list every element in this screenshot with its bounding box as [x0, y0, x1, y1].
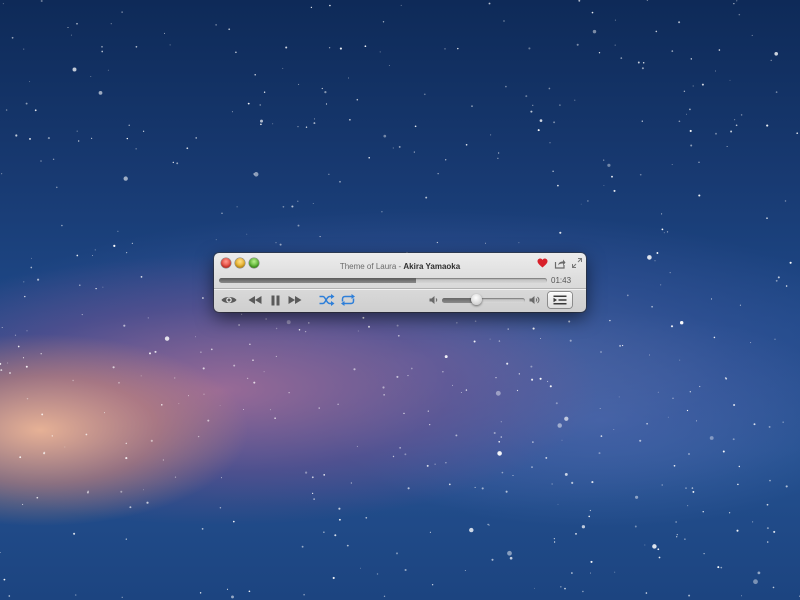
- fast-forward-icon: [288, 296, 302, 304]
- repeat-button[interactable]: [339, 292, 357, 308]
- progress-bar[interactable]: [219, 278, 547, 283]
- shuffle-button[interactable]: [318, 292, 336, 308]
- show-main-window-button[interactable]: [220, 292, 238, 308]
- volume-low-icon: [429, 296, 437, 304]
- playlist-button[interactable]: [548, 292, 572, 308]
- heart-icon: [537, 258, 547, 268]
- volume-slider[interactable]: [442, 294, 525, 305]
- expand-button[interactable]: [570, 256, 584, 270]
- artist-name: Akira Yamaoka: [403, 262, 461, 271]
- volume-high-icon: [529, 296, 540, 304]
- repeat-icon: [341, 294, 355, 306]
- volume-up-button[interactable]: [528, 292, 542, 308]
- share-button[interactable]: [553, 256, 567, 270]
- divider: [214, 288, 586, 289]
- shuffle-icon: [319, 294, 335, 306]
- rewind-button[interactable]: [247, 292, 263, 308]
- volume-slider-thumb[interactable]: [470, 294, 482, 305]
- share-icon: [554, 259, 566, 269]
- rewind-icon: [248, 296, 262, 304]
- progress-fill: [219, 278, 416, 283]
- pause-icon: [271, 295, 279, 305]
- volume-down-button[interactable]: [427, 292, 439, 308]
- playlist-icon: [553, 295, 567, 305]
- mini-player-window: Theme of Laura - Akira Yamaoka 01:43: [214, 253, 586, 312]
- fast-forward-button[interactable]: [287, 292, 303, 308]
- pause-button[interactable]: [269, 292, 281, 308]
- song-title: Theme of Laura: [339, 262, 397, 271]
- elapsed-time: 01:43: [551, 276, 572, 285]
- eye-icon: [221, 297, 237, 303]
- track-info: Theme of Laura - Akira Yamaoka: [214, 262, 586, 272]
- title-bar[interactable]: Theme of Laura - Akira Yamaoka: [214, 253, 586, 275]
- favorite-button[interactable]: [535, 256, 549, 270]
- expand-icon: [572, 258, 582, 268]
